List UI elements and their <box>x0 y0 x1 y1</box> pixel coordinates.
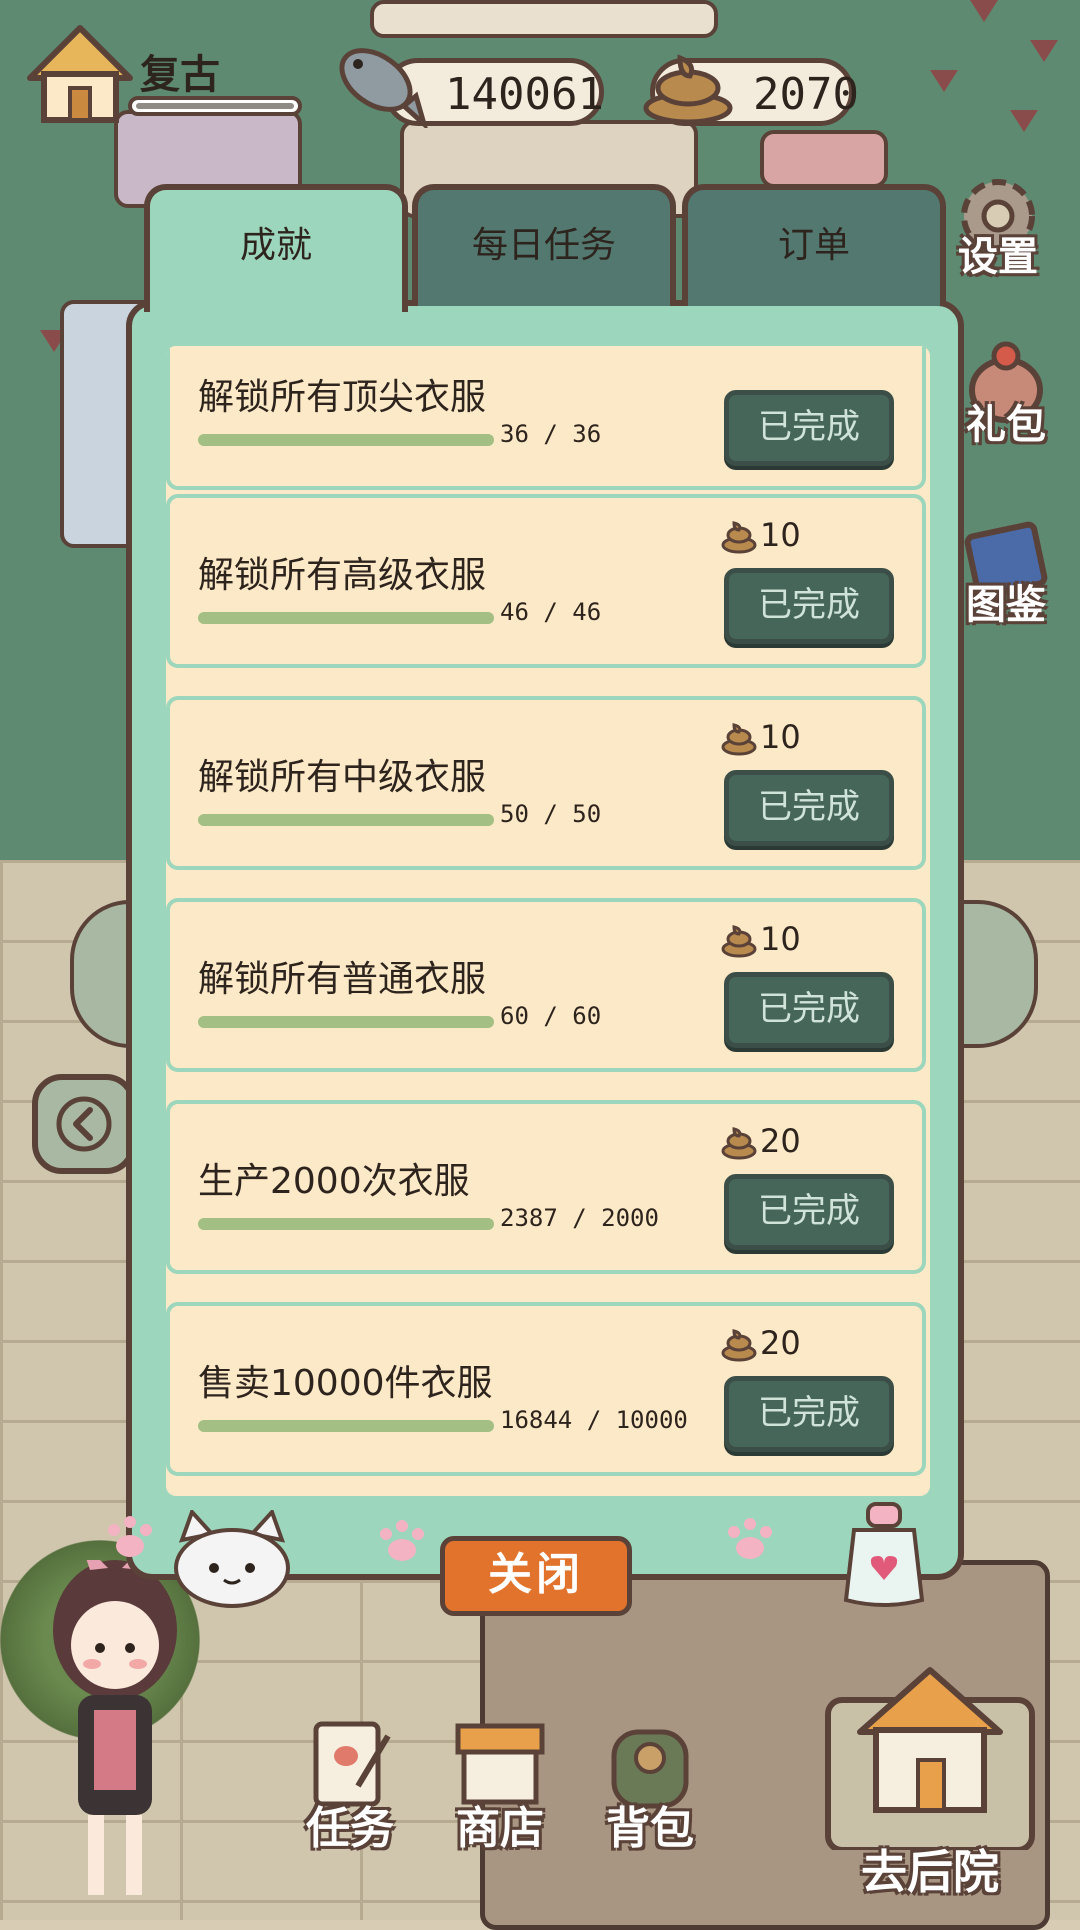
achievement-title: 解锁所有高级衣服 <box>198 555 487 596</box>
achievement-reward: 20 <box>720 1122 801 1160</box>
tab-orders[interactable]: 订单 <box>682 184 946 306</box>
achievement-title: 解锁所有顶尖衣服 <box>198 377 487 418</box>
achievement-progress-text: 46 / 46 <box>500 598 602 626</box>
completed-button[interactable]: 已完成 <box>724 972 894 1048</box>
catalog-label: 图鉴 <box>966 582 1046 628</box>
nav-shop-button[interactable]: 商店 <box>440 1716 560 1856</box>
level-progress-bar <box>128 96 302 116</box>
achievement-card: 20 生产2000次衣服 2387 / 2000 已完成 <box>166 1100 926 1274</box>
poo-icon <box>721 521 757 554</box>
completed-button[interactable]: 已完成 <box>724 1376 894 1452</box>
tab-achievements[interactable]: 成就 <box>144 184 408 312</box>
achievement-title: 生产2000次衣服 <box>198 1161 470 1202</box>
completed-button[interactable]: 已完成 <box>724 390 894 466</box>
poo-currency-icon <box>643 54 733 125</box>
achievement-list[interactable]: 解锁所有顶尖衣服 36 / 36 已完成 10 解锁所有高级衣服 46 / 46… <box>166 346 930 1496</box>
achievement-reward: 20 <box>720 1324 801 1362</box>
nav-bag-label: 背包 <box>606 1803 694 1854</box>
reward-amount: 10 <box>760 920 801 958</box>
achievement-reward: 10 <box>720 920 801 958</box>
poo-icon <box>721 1127 757 1160</box>
achievement-reward: 10 <box>720 718 801 756</box>
nav-bag-button[interactable]: 背包 <box>590 1716 710 1856</box>
reward-amount: 10 <box>760 718 801 756</box>
close-button[interactable]: 关闭 <box>440 1536 632 1616</box>
paw-print-icon <box>108 1516 152 1557</box>
home-icon[interactable] <box>26 22 134 126</box>
poo-icon <box>721 1329 757 1362</box>
player-name: 复古 <box>140 52 220 98</box>
settings-label: 设置 <box>958 234 1038 280</box>
back-button[interactable] <box>32 1074 136 1174</box>
achievement-card: 10 解锁所有高级衣服 46 / 46 已完成 <box>166 494 926 668</box>
tab-daily-tasks[interactable]: 每日任务 <box>412 184 676 306</box>
paw-print-icon <box>728 1518 772 1559</box>
achievement-progress-bar <box>198 1218 494 1230</box>
achievement-card: 20 售卖10000件衣服 16844 / 10000 已完成 <box>166 1302 926 1476</box>
reward-amount: 10 <box>760 516 801 554</box>
fish-amount: 140061 <box>445 69 604 120</box>
chevron-left-icon <box>56 1096 112 1152</box>
window-frame <box>370 0 718 38</box>
settings-button[interactable]: 设置 <box>948 172 1048 282</box>
achievement-reward: 10 <box>720 516 801 554</box>
cat-face-icon <box>174 1510 290 1608</box>
catalog-button[interactable]: 图鉴 <box>956 520 1056 630</box>
tailor-girl-character[interactable] <box>30 1560 200 1910</box>
achievement-title: 售卖10000件衣服 <box>198 1363 493 1404</box>
gift-pack-label: 礼包 <box>966 402 1046 448</box>
achievement-card: 解锁所有顶尖衣服 36 / 36 已完成 <box>166 346 926 490</box>
gift-pack-button[interactable]: 礼包 <box>956 340 1056 450</box>
achievement-progress-text: 36 / 36 <box>500 420 602 448</box>
achievement-progress-bar <box>198 434 494 446</box>
nav-shop-label: 商店 <box>456 1803 544 1854</box>
achievement-progress-text: 50 / 50 <box>500 800 602 828</box>
go-backyard-button[interactable]: 去后院 <box>800 1660 1060 1910</box>
achievement-progress-bar <box>198 612 494 624</box>
fish-currency-icon <box>339 48 428 128</box>
achievement-progress-text: 16844 / 10000 <box>500 1406 688 1434</box>
achievement-progress-text: 60 / 60 <box>500 1002 602 1030</box>
poo-amount: 2070 <box>753 69 859 120</box>
paw-print-icon <box>380 1520 424 1561</box>
reward-amount: 20 <box>760 1324 801 1362</box>
reward-amount: 20 <box>760 1122 801 1160</box>
nav-tasks-button[interactable]: 任务 <box>290 1716 410 1856</box>
achievement-title: 解锁所有普通衣服 <box>198 959 487 1000</box>
heart-bottle-icon <box>843 1502 925 1607</box>
achievement-progress-bar <box>198 814 494 826</box>
completed-button[interactable]: 已完成 <box>724 770 894 846</box>
achievement-card: 10 解锁所有普通衣服 60 / 60 已完成 <box>166 898 926 1072</box>
poo-icon <box>721 723 757 756</box>
achievement-progress-text: 2387 / 2000 <box>500 1204 659 1232</box>
completed-button[interactable]: 已完成 <box>724 568 894 644</box>
achievement-title: 解锁所有中级衣服 <box>198 757 487 798</box>
ribbon-rack <box>760 130 888 188</box>
nav-tasks-label: 任务 <box>306 1803 394 1854</box>
achievement-progress-bar <box>198 1016 494 1028</box>
achievement-card: 10 解锁所有中级衣服 50 / 50 已完成 <box>166 696 926 870</box>
go-backyard-label: 去后院 <box>861 1845 999 1899</box>
house-icon <box>825 1667 1035 1850</box>
poo-icon <box>721 925 757 958</box>
achievement-progress-bar <box>198 1420 494 1432</box>
completed-button[interactable]: 已完成 <box>724 1174 894 1250</box>
